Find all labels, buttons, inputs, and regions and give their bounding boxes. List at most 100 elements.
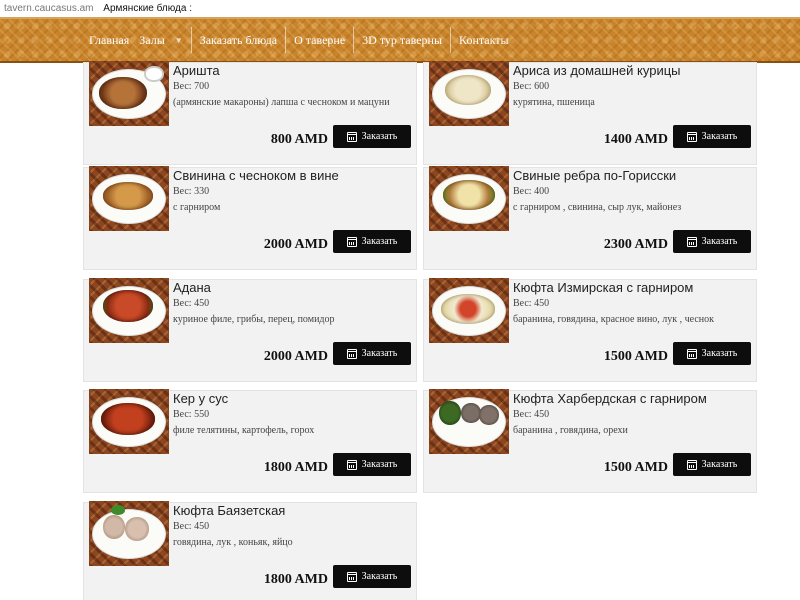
dish-weight: Вес: 400 — [513, 186, 550, 197]
dish-photo[interactable] — [89, 61, 169, 126]
dish-photo[interactable] — [89, 278, 169, 343]
nav-divider — [285, 27, 287, 53]
order-button-label: Заказать — [361, 131, 398, 142]
dish-price: 1800 AMD — [263, 572, 328, 587]
food-image — [103, 290, 153, 322]
food-image — [441, 294, 495, 324]
calendar-icon — [346, 236, 357, 247]
food-image — [103, 515, 125, 539]
dish-card: Кюфта Харбердская с гарниром Вес: 450 ба… — [423, 389, 757, 493]
calendar-icon — [346, 348, 357, 359]
food-image — [461, 403, 481, 423]
order-button[interactable]: Заказать — [333, 125, 411, 148]
calendar-icon — [686, 236, 697, 247]
order-button[interactable]: Заказать — [333, 230, 411, 253]
order-button[interactable]: Заказать — [673, 453, 751, 476]
food-image — [111, 505, 125, 515]
dish-price: 2000 AMD — [263, 237, 328, 252]
dish-photo[interactable] — [89, 166, 169, 231]
dish-card: Кер у сус Вес: 550 филе телятины, картоф… — [83, 389, 417, 493]
order-button-label: Заказать — [701, 236, 738, 247]
order-button[interactable]: Заказать — [673, 342, 751, 365]
dish-price: 2000 AMD — [263, 349, 328, 364]
dish-title: Свинина с чесноком в вине — [173, 168, 339, 183]
dish-card: Аришта Вес: 700 (армянские макароны) лап… — [83, 61, 417, 165]
order-button-label: Заказать — [701, 459, 738, 470]
food-image — [439, 401, 461, 425]
dish-weight: Вес: 600 — [513, 81, 550, 92]
order-button[interactable]: Заказать — [333, 565, 411, 588]
nav-about[interactable]: О таверне — [289, 19, 350, 61]
dish-price: 800 AMD — [270, 132, 328, 147]
dish-title: Адана — [173, 280, 211, 295]
order-button[interactable]: Заказать — [673, 125, 751, 148]
dish-photo[interactable] — [89, 389, 169, 454]
calendar-icon — [346, 131, 357, 142]
site-url[interactable]: tavern.caucasus.am — [4, 3, 94, 14]
order-button-label: Заказать — [361, 236, 398, 247]
caret-down-icon: ▼ — [174, 35, 183, 45]
dish-weight: Вес: 330 — [173, 186, 210, 197]
food-image — [443, 180, 495, 210]
food-image — [445, 75, 491, 105]
dish-description: (армянские макароны) лапша с чесноком и … — [173, 97, 390, 108]
calendar-icon — [346, 459, 357, 470]
dish-description: курятина, пшеница — [513, 97, 595, 108]
dish-card: Кюфта Баязетская Вес: 450 говядина, лук … — [83, 501, 417, 600]
nav-divider — [353, 27, 355, 53]
dish-description: с гарниром — [173, 202, 221, 213]
dish-title: Кюфта Измирская с гарниром — [513, 280, 694, 295]
dish-description: филе телятины, картофель, горох — [173, 425, 315, 436]
dish-title: Ариса из домашней курицы — [513, 63, 681, 78]
dish-card: Ариса из домашней курицы Вес: 600 куряти… — [423, 61, 757, 165]
dish-price: 1500 AMD — [603, 349, 668, 364]
dish-title: Свиные ребра по-Горисски — [513, 168, 677, 183]
nav-order-dishes[interactable]: Заказать блюда — [195, 19, 282, 61]
dish-title: Аришта — [173, 63, 220, 78]
dish-weight: Вес: 450 — [513, 409, 550, 420]
dish-title: Кер у сус — [173, 391, 229, 406]
dish-photo[interactable] — [89, 501, 169, 566]
food-image — [479, 405, 499, 425]
dish-description: говядина, лук , коньяк, яйцо — [173, 537, 293, 548]
order-button[interactable]: Заказать — [333, 453, 411, 476]
order-button-label: Заказать — [361, 459, 398, 470]
dish-card: Кюфта Измирская с гарниром Вес: 450 бара… — [423, 278, 757, 382]
dish-photo[interactable] — [429, 166, 509, 231]
dish-description: с гарниром , свинина, сыр лук, майонез — [513, 202, 682, 213]
dish-weight: Вес: 550 — [173, 409, 210, 420]
dish-weight: Вес: 450 — [173, 298, 210, 309]
nav-halls-label: Залы — [139, 32, 165, 47]
food-image — [103, 182, 153, 210]
nav-3d-tour[interactable]: 3D тур таверны — [357, 19, 447, 61]
food-image — [99, 77, 147, 109]
dish-photo[interactable] — [429, 278, 509, 343]
order-button-label: Заказать — [361, 571, 398, 582]
order-button[interactable]: Заказать — [333, 342, 411, 365]
dish-title: Кюфта Баязетская — [173, 503, 286, 518]
dish-price: 1400 AMD — [603, 132, 668, 147]
order-button-label: Заказать — [701, 348, 738, 359]
dish-card: Свиные ребра по-Горисски Вес: 400 с гарн… — [423, 166, 757, 270]
nav-divider — [190, 27, 192, 53]
order-button[interactable]: Заказать — [673, 230, 751, 253]
order-button-label: Заказать — [361, 348, 398, 359]
dish-price: 1500 AMD — [603, 460, 668, 475]
dish-weight: Вес: 450 — [173, 521, 210, 532]
nav-divider — [450, 27, 452, 53]
dish-photo[interactable] — [429, 61, 509, 126]
bowl-image — [144, 66, 164, 82]
food-image — [101, 403, 155, 435]
calendar-icon — [686, 131, 697, 142]
food-image — [125, 517, 149, 541]
calendar-icon — [686, 459, 697, 470]
browser-tab-bar: tavern.caucasus.am Армянские блюда : — [0, 0, 800, 17]
dish-price: 2300 AMD — [603, 237, 668, 252]
page-title: Армянские блюда : — [103, 3, 192, 14]
nav-halls[interactable]: Залы ▼ — [134, 19, 187, 61]
nav-home[interactable]: Главная — [84, 19, 134, 61]
dish-weight: Вес: 700 — [173, 81, 210, 92]
dish-photo[interactable] — [429, 389, 509, 454]
order-button-label: Заказать — [701, 131, 738, 142]
nav-contacts[interactable]: Контакты — [454, 19, 514, 61]
